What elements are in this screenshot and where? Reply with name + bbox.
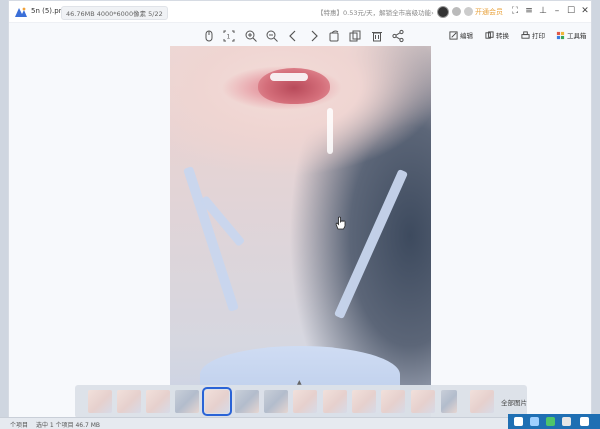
toolbox-button[interactable]: 工具箱 [556,30,587,40]
thumbnail[interactable] [411,390,435,413]
thumbnail[interactable] [235,390,259,413]
print-button[interactable]: 打印 [521,30,545,40]
app-logo-icon [15,7,27,17]
convert-icon [485,30,494,39]
photo-strap-right [333,168,409,320]
share-icon[interactable] [391,28,405,43]
print-icon [521,30,530,39]
convert-button[interactable]: 转换 [485,30,509,40]
thumbnail[interactable] [381,390,405,413]
image-canvas[interactable]: ▲ 全部图片 [9,46,591,418]
thumbnail[interactable] [175,390,199,413]
zoom-out-icon[interactable] [265,28,279,42]
collapse-strip-icon[interactable]: ▲ [297,379,302,386]
photo-strap-left [183,166,239,312]
wechat-icon[interactable] [562,417,571,426]
menu-icon[interactable]: ≡ [523,5,535,17]
notification-icon[interactable] [580,417,589,426]
thumbnail[interactable] [352,390,376,413]
thumbnail[interactable] [470,390,494,413]
toolbox-label: 工具箱 [567,32,587,40]
thumbnail-active[interactable] [202,387,232,416]
security-icon[interactable] [546,417,555,426]
system-tray [508,414,600,429]
minimize-button[interactable]: – [551,5,563,17]
vip-badge-icon [452,7,461,16]
pin-icon[interactable]: ⊥ [537,5,549,17]
thumbnail[interactable] [264,390,288,413]
thumbnail[interactable] [88,390,112,413]
actual-size-icon[interactable]: 1 [222,28,236,42]
title-bar: 5n (5).png 46.76MB 4000*6000像素 5/22 【特惠】… [9,1,591,23]
image-viewer-window: 5n (5).png 46.76MB 4000*6000像素 5/22 【特惠】… [8,0,592,418]
print-label: 打印 [532,32,545,40]
open-vip-link[interactable]: 开通会员 [475,7,503,17]
viewer-toolbar: 1 编辑 转换 打印 工具箱 [9,24,591,46]
thumbnail[interactable] [323,390,347,413]
edit-icon [449,30,458,40]
member-badge-icon [464,7,473,16]
displayed-photo[interactable] [170,46,431,418]
svg-text:1: 1 [227,34,231,41]
thumbnail[interactable] [146,390,170,413]
thumbnail[interactable] [117,390,141,413]
file-meta: 46.76MB 4000*6000像素 5/22 [61,6,168,20]
desktop-left-edge [0,0,8,429]
photo-highlight [327,108,333,154]
zoom-in-icon[interactable] [244,28,258,42]
thumbnail[interactable] [293,390,317,413]
edit-label: 编辑 [460,32,473,40]
user-avatar[interactable] [437,6,449,18]
next-image-icon[interactable] [307,28,321,42]
hand-cursor-icon [335,216,346,230]
mouse-mode-icon[interactable] [202,28,216,42]
desktop-right-edge [592,0,600,429]
bluetooth-icon[interactable] [530,417,539,426]
toolbox-icon [556,31,565,39]
status-selected: 选中 1 个项目 46.7 MB [35,422,101,429]
previous-image-icon[interactable] [286,28,300,42]
fullscreen-icon[interactable]: ⛶ [509,5,521,17]
close-button[interactable]: ✕ [579,5,591,17]
network-icon[interactable] [514,417,523,426]
delete-icon[interactable] [370,28,384,42]
promo-banner[interactable]: 【特惠】0.53元/天，解锁全市高级功能› [317,7,434,17]
convert-label: 转换 [496,32,509,40]
photo-teeth-region [270,73,308,81]
edit-button[interactable]: 编辑 [449,30,473,40]
copy-icon[interactable] [348,28,362,42]
all-images-link[interactable]: 全部图片 [501,397,527,407]
rotate-icon[interactable] [327,28,341,42]
thumbnail-strip: ▲ 全部图片 [75,379,527,418]
status-items: 个项目 [10,422,29,429]
thumbnail[interactable] [441,390,457,413]
maximize-button[interactable]: ☐ [565,5,577,17]
